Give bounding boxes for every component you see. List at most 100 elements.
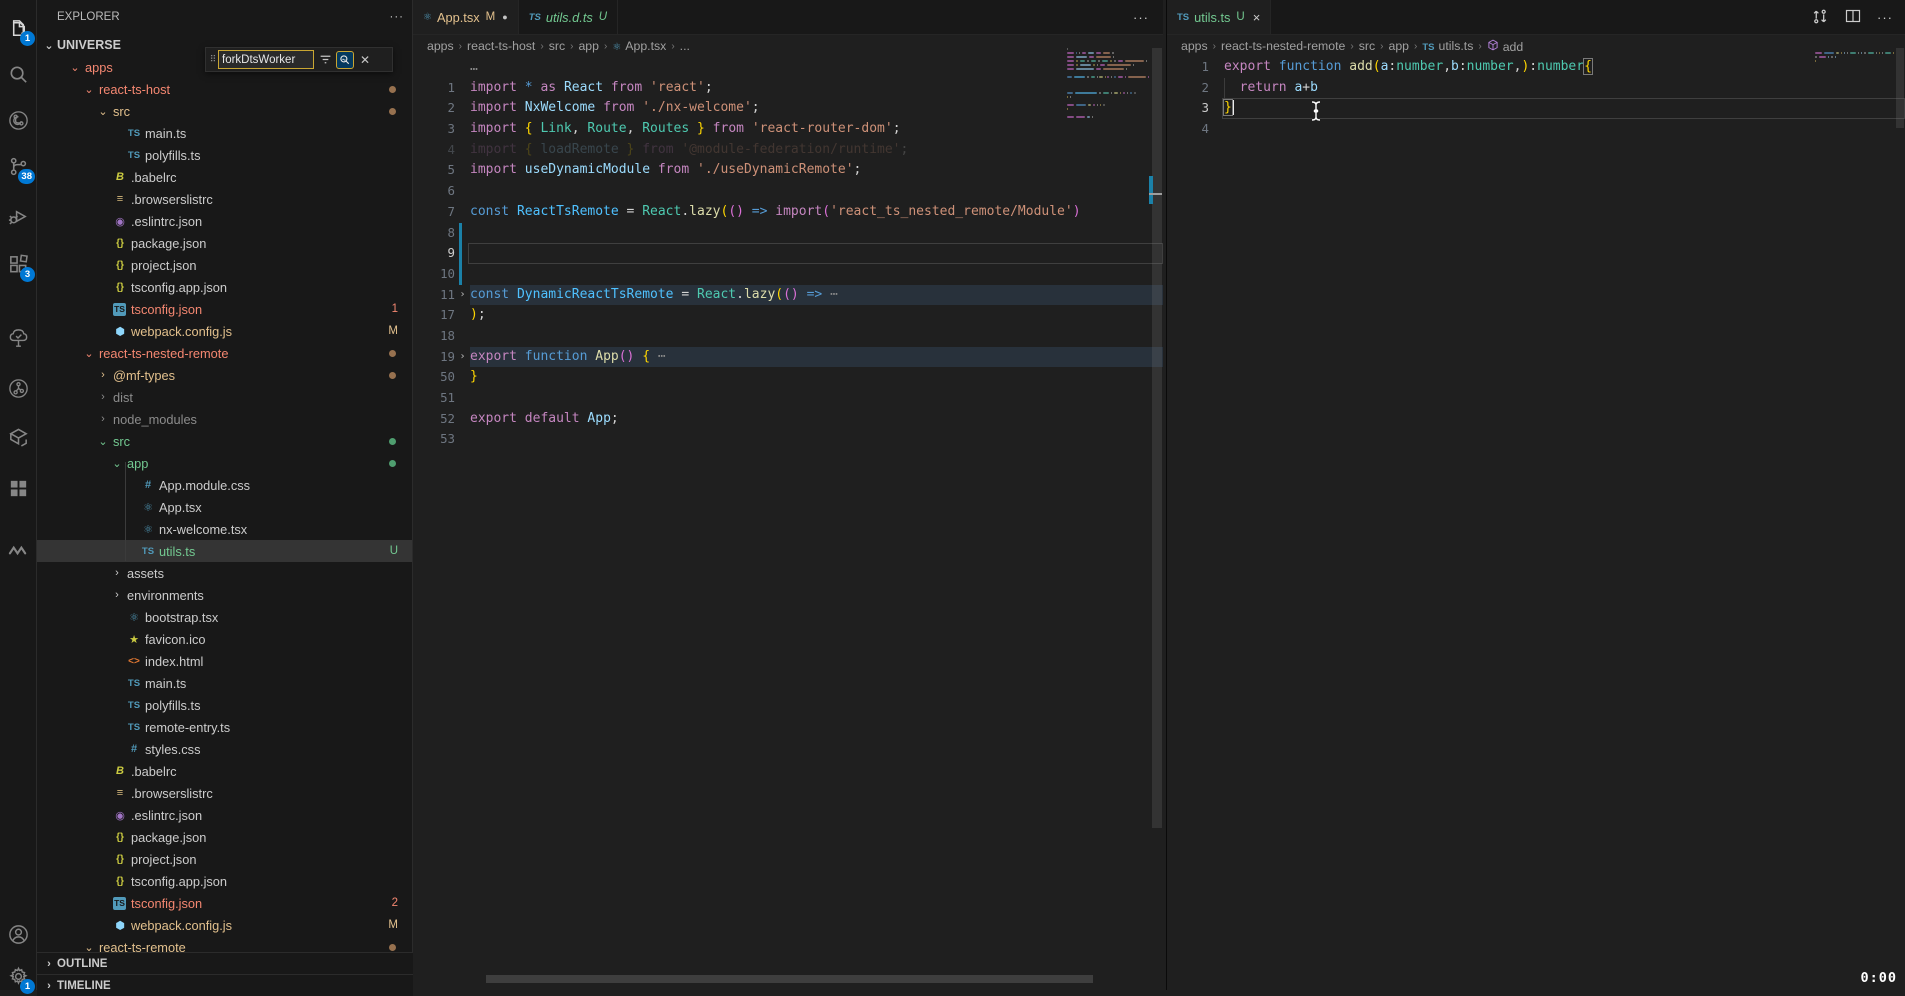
- code-line-2[interactable]: 2import NxWelcome from './nx-welcome';: [413, 98, 1163, 119]
- tree-item--babelrc[interactable]: B.babelrc: [37, 166, 412, 188]
- chevron-down-icon[interactable]: ⌄: [67, 61, 83, 74]
- activity-search-icon[interactable]: [0, 54, 37, 94]
- compare-changes-icon[interactable]: [1812, 8, 1829, 28]
- tree-item--babelrc[interactable]: B.babelrc: [37, 760, 412, 782]
- tree-item-node-modules[interactable]: ›node_modules: [37, 408, 412, 430]
- code-line[interactable]: …: [413, 57, 1163, 78]
- fuzzy-search-icon[interactable]: [336, 51, 354, 69]
- activity-account-icon[interactable]: [0, 914, 37, 954]
- editor-more-actions-icon[interactable]: ···: [1133, 10, 1149, 25]
- code-line-11[interactable]: 11›const DynamicReactTsRemote = React.la…: [413, 285, 1163, 306]
- dirty-dot-icon[interactable]: ●: [502, 12, 507, 22]
- tree-item-react-ts-nested-remote[interactable]: ⌄react-ts-nested-remote: [37, 342, 412, 364]
- tree-item-app[interactable]: ⌄app: [37, 452, 412, 474]
- breadcrumb-item[interactable]: react-ts-nested-remote: [1221, 39, 1345, 53]
- vertical-scrollbar[interactable]: [1152, 48, 1162, 828]
- chevron-right-icon[interactable]: ›: [95, 391, 111, 403]
- code-line-19[interactable]: 19›export function App() { ⋯: [413, 347, 1163, 368]
- tree-item-nx-welcome-tsx[interactable]: ⚛nx-welcome.tsx: [37, 518, 412, 540]
- activity-nx-console-icon[interactable]: [0, 418, 37, 458]
- activity-source-control-icon[interactable]: 38: [0, 146, 37, 186]
- code-line-3[interactable]: 3}: [1167, 98, 1905, 119]
- code-line-4[interactable]: 4: [1167, 119, 1905, 140]
- code-line-52[interactable]: 52export default App;: [413, 409, 1163, 430]
- tree-item-webpack-config-js[interactable]: ⬢webpack.config.jsM: [37, 914, 412, 936]
- code-line-51[interactable]: 51: [413, 388, 1163, 409]
- tree-item--mf-types[interactable]: ›@mf-types: [37, 364, 412, 386]
- split-editor-icon[interactable]: [1845, 8, 1861, 27]
- vertical-scrollbar[interactable]: [1896, 48, 1904, 128]
- tree-item-app-module-css[interactable]: #App.module.css: [37, 474, 412, 496]
- breadcrumb-item[interactable]: add: [1487, 39, 1524, 54]
- activity-run-debug-icon[interactable]: [0, 196, 37, 236]
- tree-item-tsconfig-app-json[interactable]: {}tsconfig.app.json: [37, 276, 412, 298]
- code-line-18[interactable]: 18: [413, 326, 1163, 347]
- tree-item-tsconfig-json[interactable]: TStsconfig.json2: [37, 892, 412, 914]
- chevron-right-icon[interactable]: ›: [109, 567, 125, 579]
- activity-settings-gear-icon[interactable]: 1: [0, 956, 37, 996]
- tree-item-main-ts[interactable]: TSmain.ts: [37, 122, 412, 144]
- tree-item-app-tsx[interactable]: ⚛App.tsx: [37, 496, 412, 518]
- tree-item-src[interactable]: ⌄src: [37, 100, 412, 122]
- chevron-down-icon[interactable]: ⌄: [109, 457, 125, 470]
- fold-chevron-icon[interactable]: ›: [455, 347, 470, 368]
- tree-item-assets[interactable]: ›assets: [37, 562, 412, 584]
- tab-utils-d-ts[interactable]: TS utils.d.ts U: [519, 0, 618, 34]
- outline-section-header[interactable]: › OUTLINE: [37, 952, 413, 974]
- fold-chevron-icon[interactable]: ›: [455, 285, 470, 306]
- code-line-3[interactable]: 3import { Link, Route, Routes } from 're…: [413, 119, 1163, 140]
- tree-item-styles-css[interactable]: #styles.css: [37, 738, 412, 760]
- code-line-1[interactable]: 1export function add(a:number,b:number,)…: [1167, 57, 1905, 78]
- activity-grid-icon[interactable]: [0, 468, 37, 508]
- tree-item-dist[interactable]: ›dist: [37, 386, 412, 408]
- code-line-50[interactable]: 50}: [413, 367, 1163, 388]
- breadcrumb-item[interactable]: src: [1359, 39, 1375, 53]
- code-line-4[interactable]: 4import { loadRemote } from '@module-fed…: [413, 140, 1163, 161]
- tree-item-tsconfig-app-json[interactable]: {}tsconfig.app.json: [37, 870, 412, 892]
- tree-item--eslintrc-json[interactable]: ◉.eslintrc.json: [37, 804, 412, 826]
- breadcrumb-item[interactable]: apps: [427, 39, 454, 53]
- close-icon[interactable]: ×: [1253, 10, 1261, 25]
- activity-files-icon[interactable]: 1: [0, 8, 37, 48]
- breadcrumb-item[interactable]: ⚛App.tsx: [612, 39, 666, 53]
- tab-app-tsx[interactable]: ⚛ App.tsx M ●: [413, 0, 519, 34]
- code-line-2[interactable]: 2 return a+b: [1167, 78, 1905, 99]
- minimap[interactable]: [1067, 48, 1149, 124]
- breadcrumb-item[interactable]: apps: [1181, 39, 1208, 53]
- breadcrumb-item[interactable]: TSutils.ts: [1422, 39, 1473, 53]
- tree-item--browserslistrc[interactable]: ≡.browserslistrc: [37, 188, 412, 210]
- tree-item--browserslistrc[interactable]: ≡.browserslistrc: [37, 782, 412, 804]
- breadcrumb-item[interactable]: app: [1389, 39, 1410, 53]
- tree-item-favicon-ico[interactable]: ★favicon.ico: [37, 628, 412, 650]
- close-icon[interactable]: ✕: [356, 51, 374, 69]
- timeline-section-header[interactable]: › TIMELINE: [37, 974, 413, 996]
- tree-item-index-html[interactable]: <>index.html: [37, 650, 412, 672]
- code-line-7[interactable]: 7const ReactTsRemote = React.lazy(() => …: [413, 202, 1163, 223]
- code-line-53[interactable]: 53: [413, 429, 1163, 450]
- filter-icon[interactable]: [316, 51, 334, 69]
- tree-find-input[interactable]: [218, 50, 314, 69]
- tree-item-remote-entry-ts[interactable]: TSremote-entry.ts: [37, 716, 412, 738]
- tree-item-polyfills-ts[interactable]: TSpolyfills.ts: [37, 694, 412, 716]
- chevron-down-icon[interactable]: ⌄: [81, 83, 97, 96]
- explorer-more-actions-icon[interactable]: ···: [390, 11, 405, 23]
- tree-item-webpack-config-js[interactable]: ⬢webpack.config.jsM: [37, 320, 412, 342]
- tree-item-package-json[interactable]: {}package.json: [37, 826, 412, 848]
- chevron-down-icon[interactable]: ⌄: [81, 347, 97, 360]
- activity-git-history-icon[interactable]: [0, 368, 37, 408]
- chevron-down-icon[interactable]: ⌄: [95, 435, 111, 448]
- code-line-17[interactable]: 17);: [413, 305, 1163, 326]
- tree-item-tsconfig-json[interactable]: TStsconfig.json1: [37, 298, 412, 320]
- tree-item-utils-ts[interactable]: TSutils.tsU: [37, 540, 412, 562]
- tree-item-polyfills-ts[interactable]: TSpolyfills.ts: [37, 144, 412, 166]
- activity-todo-tree-icon[interactable]: [0, 318, 37, 358]
- code-line-5[interactable]: 5import useDynamicModule from './useDyna…: [413, 160, 1163, 181]
- code-line-10[interactable]: 10: [413, 264, 1163, 285]
- activity-wave-icon[interactable]: [0, 530, 37, 570]
- code-line-6[interactable]: 6: [413, 181, 1163, 202]
- chevron-right-icon[interactable]: ›: [95, 413, 111, 425]
- minimap[interactable]: [1815, 52, 1897, 68]
- activity-git-graph-icon[interactable]: [0, 100, 37, 140]
- tree-item-bootstrap-tsx[interactable]: ⚛bootstrap.tsx: [37, 606, 412, 628]
- horizontal-scrollbar[interactable]: [486, 975, 1093, 983]
